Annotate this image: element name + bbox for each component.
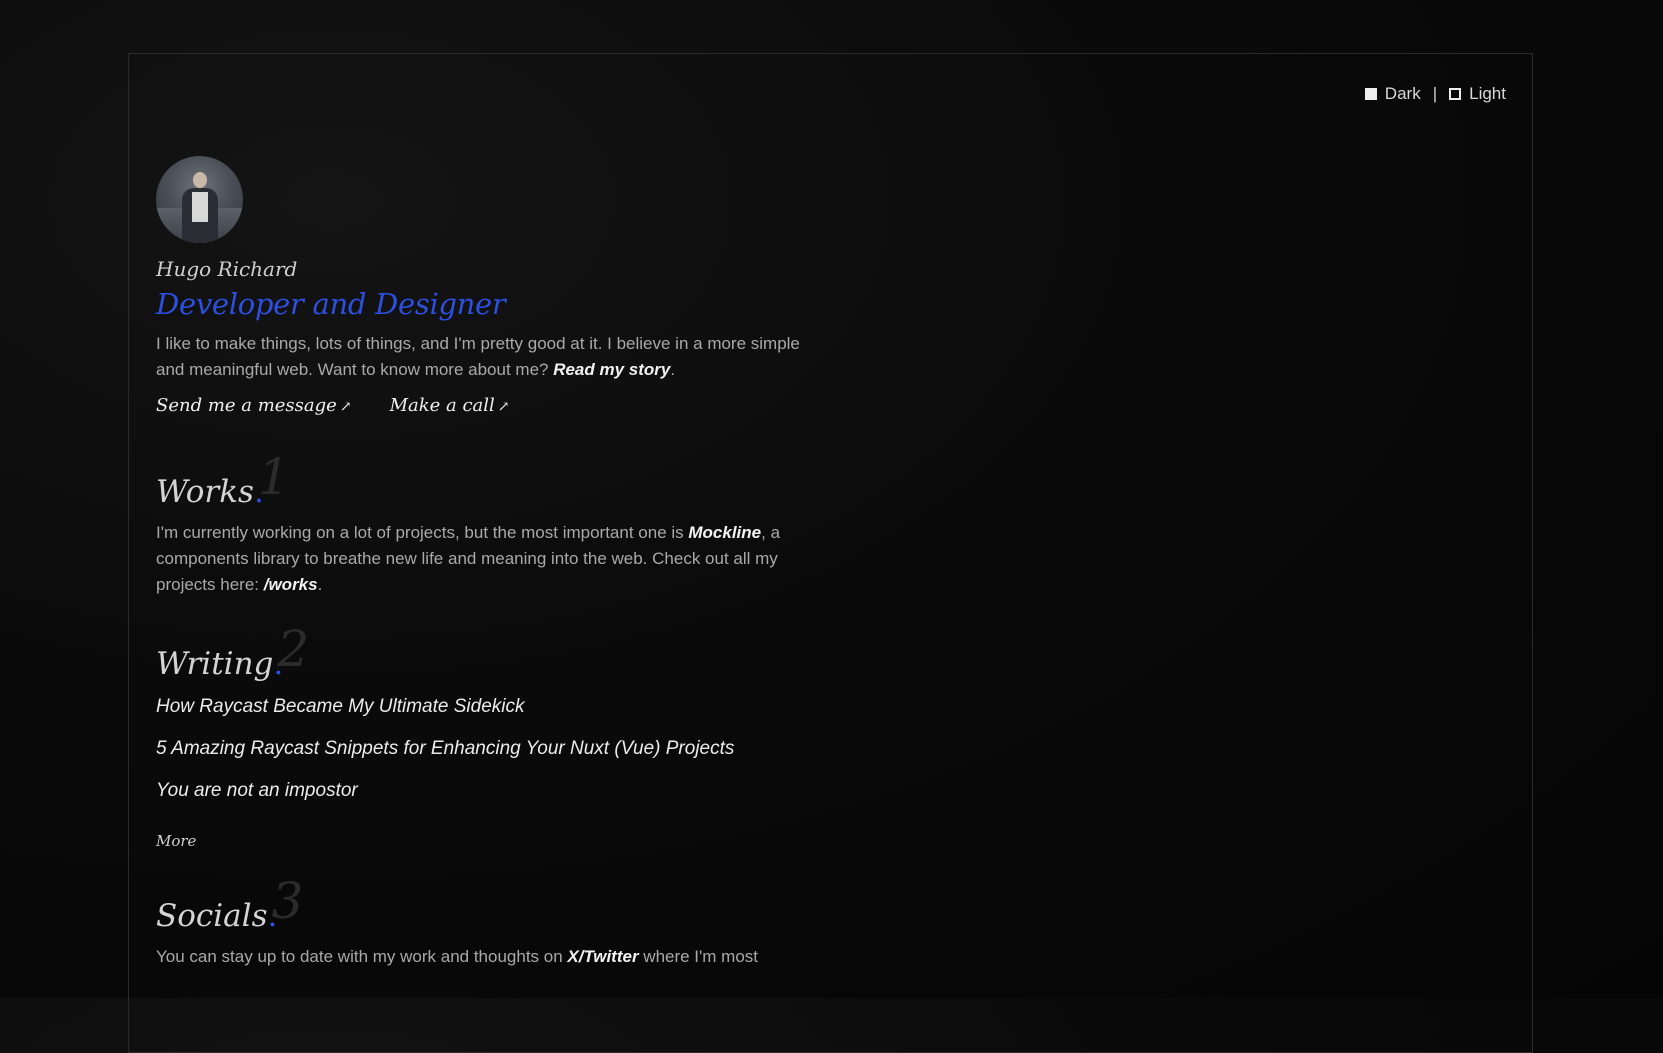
avatar: [156, 156, 243, 243]
works-section: Works. 1 I'm currently working on a lot …: [156, 448, 816, 598]
socials-text-end: where I'm most: [638, 947, 759, 966]
post-link[interactable]: You are not an impostor: [156, 780, 816, 802]
posts-list: How Raycast Became My Ultimate Sidekick …: [156, 696, 816, 802]
socials-text-start: You can stay up to date with my work and…: [156, 947, 568, 966]
theme-separator: |: [1432, 84, 1438, 103]
profile-role: Developer and Designer: [156, 287, 506, 321]
theme-dark-option[interactable]: Dark: [1364, 84, 1421, 104]
checkbox-checked-icon: [1364, 88, 1377, 100]
socials-heading: Socials. 3: [156, 872, 303, 934]
twitter-link[interactable]: X/Twitter: [567, 947, 638, 966]
works-paragraph: I'm currently working on a lot of projec…: [156, 520, 816, 598]
theme-switcher: Dark | Light: [1364, 84, 1506, 104]
mockline-link[interactable]: Mockline: [688, 523, 761, 542]
section-number: 2: [277, 620, 310, 678]
post-link[interactable]: 5 Amazing Raycast Snippets for Enhancing…: [156, 738, 816, 760]
post-link[interactable]: How Raycast Became My Ultimate Sidekick: [156, 696, 816, 718]
read-story-link[interactable]: Read my story: [553, 360, 670, 379]
make-call-link[interactable]: Make a call ↗: [390, 395, 510, 416]
theme-light-option[interactable]: Light: [1449, 84, 1506, 104]
works-text-start: I'm currently working on a lot of projec…: [156, 523, 689, 542]
writing-section: Writing. 2 How Raycast Became My Ultimat…: [156, 620, 816, 850]
main-content: Hugo Richard Developer and Designer I li…: [156, 156, 816, 970]
make-call-label: Make a call: [389, 395, 495, 416]
more-posts-link[interactable]: More: [156, 832, 816, 850]
contact-actions: Send me a message ↗ Make a call ↗: [156, 395, 816, 416]
intro-end: .: [670, 360, 676, 379]
works-heading: Works. 1: [156, 448, 290, 510]
works-text-end: .: [317, 575, 323, 594]
socials-paragraph: You can stay up to date with my work and…: [156, 944, 816, 970]
writing-heading: Writing. 2: [156, 620, 309, 682]
send-message-label: Send me a message: [156, 395, 337, 416]
section-number: 1: [257, 448, 290, 506]
intro-text: I like to make things, lots of things, a…: [156, 334, 800, 379]
theme-light-label: Light: [1469, 84, 1506, 103]
external-link-icon: ↗: [497, 399, 510, 415]
socials-section: Socials. 3 You can stay up to date with …: [156, 872, 816, 970]
section-number: 3: [271, 872, 304, 930]
profile-name: Hugo Richard: [156, 257, 298, 281]
external-link-icon: ↗: [339, 399, 352, 415]
socials-title: Socials: [156, 898, 268, 934]
send-message-link[interactable]: Send me a message ↗: [156, 395, 352, 416]
page-frame: Dark | Light Hugo Richard Developer and …: [128, 53, 1533, 1053]
writing-title: Writing: [156, 646, 274, 682]
checkbox-unchecked-icon: [1449, 88, 1462, 100]
works-page-link[interactable]: /works: [264, 575, 318, 594]
works-title: Works: [156, 474, 254, 510]
theme-dark-label: Dark: [1384, 84, 1421, 103]
intro-paragraph: I like to make things, lots of things, a…: [156, 331, 816, 383]
